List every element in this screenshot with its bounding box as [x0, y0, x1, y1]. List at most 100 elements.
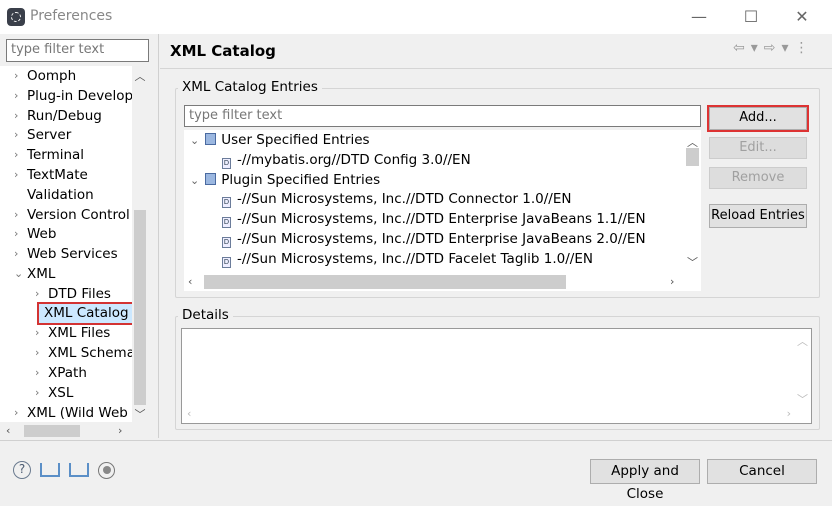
entry-label: -//Sun Microsystems, Inc.//DTD Enterpris… [237, 231, 646, 247]
sidebar-item-label: Validation [27, 186, 94, 203]
chevron-right-icon[interactable]: › [35, 284, 39, 304]
sidebar-item[interactable]: XML Catalog [0, 301, 148, 325]
sidebar-item[interactable]: › Web Services [0, 244, 148, 264]
catalog-icon [205, 172, 217, 185]
remove-button[interactable]: Remove [709, 167, 807, 189]
chevron-right-icon[interactable]: › [35, 343, 39, 363]
catalog-entry[interactable]: D -//mybatis.org//DTD Config 3.0//EN [222, 150, 471, 170]
record-icon[interactable] [98, 461, 115, 479]
sidebar-item-label: Run/Debug [27, 107, 102, 124]
chevron-right-icon[interactable]: › [14, 86, 18, 106]
catalog-entries-tree: ⌄ User Specified Entries D -//mybatis.org//… [184, 130, 684, 273]
sidebar-item[interactable]: › XML Files [0, 323, 148, 343]
add-button[interactable]: Add... [707, 105, 809, 132]
chevron-down-icon[interactable]: ⌄ [190, 174, 199, 187]
chevron-right-icon[interactable]: › [14, 244, 18, 264]
chevron-right-icon[interactable]: › [35, 363, 39, 383]
footer-separator [0, 440, 832, 441]
sidebar-item[interactable]: › Oomph [0, 66, 148, 86]
chevron-right-icon[interactable]: › [14, 165, 18, 185]
sidebar-filter-input[interactable]: type filter text [6, 39, 149, 62]
export-icon[interactable] [69, 463, 89, 477]
sidebar-item[interactable]: › TextMate [0, 165, 148, 185]
maximize-button[interactable]: ☐ [736, 4, 766, 30]
scroll-left-arrow-icon[interactable]: ‹ [6, 424, 10, 437]
entries-hscrollbar[interactable]: ‹ › [184, 273, 701, 291]
sidebar-item[interactable]: › Version Control ( [0, 205, 148, 225]
scroll-down-arrow-icon[interactable]: ﹀ [797, 391, 808, 407]
chevron-right-icon[interactable]: › [14, 106, 18, 126]
sidebar-item[interactable]: ⌄ XML [0, 264, 148, 284]
chevron-right-icon[interactable]: › [14, 125, 18, 145]
chevron-right-icon[interactable]: › [14, 224, 18, 244]
cancel-button[interactable]: Cancel [707, 459, 817, 484]
sidebar-vscrollbar[interactable]: ︿ ﹀ [132, 66, 148, 422]
scroll-down-arrow-icon[interactable]: ﹀ [132, 406, 148, 422]
header-separator [160, 68, 832, 69]
scroll-right-arrow-icon[interactable]: › [787, 407, 791, 420]
scroll-thumb[interactable] [24, 425, 80, 437]
sidebar-item-label: Server [27, 127, 72, 144]
catalog-entry[interactable]: ⌄ User Specified Entries [190, 130, 370, 150]
sidebar-item-label: XML Catalog [37, 301, 136, 325]
sidebar-item[interactable]: › Web [0, 224, 148, 244]
scroll-left-arrow-icon[interactable]: ‹ [188, 275, 192, 288]
sidebar-item[interactable]: Validation [0, 185, 148, 205]
sash-divider[interactable] [158, 34, 159, 438]
catalog-entry[interactable]: D -//Sun Microsystems, Inc.//DTD Connecto… [222, 189, 572, 209]
sidebar-item[interactable]: › XSL [0, 383, 148, 403]
help-icon[interactable]: ? [13, 461, 31, 479]
entries-filter-input[interactable]: type filter text [184, 105, 701, 127]
scroll-up-arrow-icon[interactable]: ︿ [797, 333, 808, 349]
import-icon[interactable] [40, 463, 60, 477]
sidebar-item-label: Plug-in Developr [27, 87, 139, 104]
scroll-up-arrow-icon[interactable]: ︿ [132, 68, 148, 84]
catalog-entry[interactable]: D -//Sun Microsystems, Inc.//DTD Enterpri… [222, 209, 646, 229]
edit-button[interactable]: Edit... [709, 137, 807, 159]
chevron-right-icon[interactable]: › [35, 323, 39, 343]
sidebar-item[interactable]: › XPath [0, 363, 148, 383]
chevron-right-icon[interactable]: › [14, 403, 18, 422]
sidebar-item-label: XPath [48, 365, 87, 381]
catalog-entry[interactable]: ⌄ Plugin Specified Entries [190, 170, 380, 190]
details-textarea[interactable]: ︿ ﹀ ‹ › [181, 328, 812, 424]
close-button[interactable]: ✕ [787, 4, 817, 30]
entry-label: -//Sun Microsystems, Inc.//DTD Facelet T… [237, 250, 593, 267]
scroll-thumb[interactable] [134, 210, 146, 405]
chevron-right-icon[interactable]: › [14, 66, 18, 86]
sidebar-item-label: Oomph [27, 68, 77, 84]
sidebar-item[interactable]: › Terminal [0, 145, 148, 165]
apply-and-close-button[interactable]: Apply and Close [590, 459, 700, 502]
sidebar-item[interactable]: › XML (Wild Web I [0, 403, 148, 422]
minimize-button[interactable]: — [684, 4, 714, 30]
chevron-down-icon[interactable]: ⌄ [190, 134, 199, 147]
dtd-file-icon: D [222, 237, 231, 248]
scroll-right-arrow-icon[interactable]: › [670, 275, 674, 288]
sidebar-item[interactable]: › XML Schema I [0, 343, 148, 363]
chevron-right-icon[interactable]: › [35, 383, 39, 403]
sidebar-item[interactable]: › DTD Files [0, 284, 148, 304]
entry-label: -//Sun Microsystems, Inc.//DTD Connector… [237, 191, 572, 208]
chevron-right-icon[interactable]: › [14, 205, 18, 225]
sidebar-item[interactable]: › Server [0, 125, 148, 145]
details-label: Details [178, 307, 233, 323]
scroll-down-arrow-icon[interactable]: ﹀ [684, 254, 701, 270]
chevron-right-icon[interactable]: › [14, 145, 18, 165]
back-icon[interactable]: ⇦ [733, 40, 745, 56]
scroll-thumb[interactable] [686, 148, 699, 166]
forward-menu-icon[interactable]: ▾ [782, 40, 789, 56]
catalog-entry[interactable]: D -//Sun Microsystems, Inc.//DTD Enterpri… [222, 229, 646, 249]
entries-vscrollbar[interactable]: ︿ ﹀ [684, 130, 701, 273]
sidebar-item[interactable]: › Run/Debug [0, 106, 148, 126]
reload-entries-button[interactable]: Reload Entries [709, 204, 807, 228]
back-menu-icon[interactable]: ▾ [751, 40, 758, 56]
chevron-down-icon[interactable]: ⌄ [14, 264, 23, 284]
scroll-right-arrow-icon[interactable]: › [118, 424, 122, 437]
view-menu-icon[interactable]: ⋮ [795, 40, 809, 56]
sidebar-item[interactable]: › Plug-in Developr [0, 86, 148, 106]
scroll-thumb[interactable] [204, 275, 566, 289]
sidebar-hscrollbar[interactable]: ‹ › [0, 423, 132, 439]
forward-icon[interactable]: ⇨ [764, 40, 776, 56]
catalog-entry[interactable]: D -//Sun Microsystems, Inc.//DTD Facelet … [222, 249, 593, 269]
scroll-left-arrow-icon[interactable]: ‹ [187, 407, 191, 420]
